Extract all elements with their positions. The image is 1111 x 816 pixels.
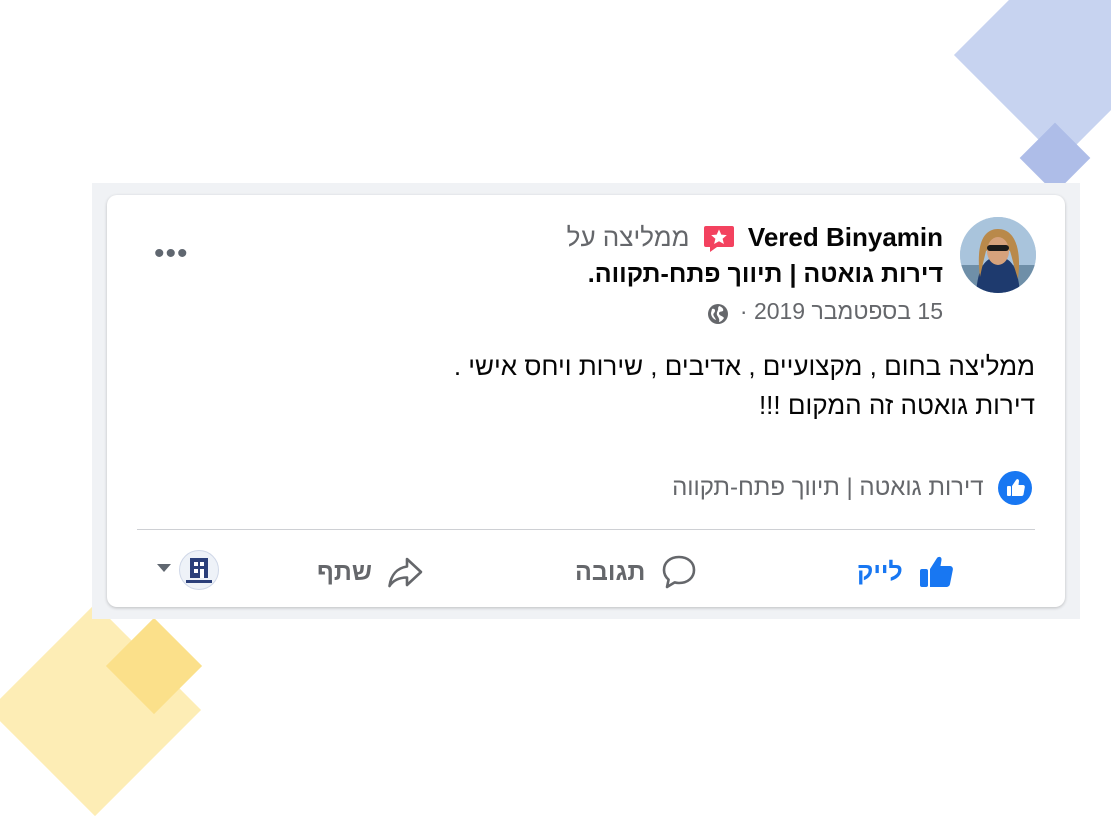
recommend-badge-icon bbox=[703, 225, 735, 253]
decor-shape bbox=[953, 0, 1111, 162]
share-label: שתף bbox=[317, 558, 372, 586]
recommendation-post: Vered Binyamin ממליצה על דירות גואטה | ת… bbox=[107, 195, 1065, 607]
author-name[interactable]: Vered Binyamin bbox=[748, 222, 943, 252]
post-body-line: דירות גואטה זה המקום !!! bbox=[758, 390, 1035, 420]
comment-button[interactable]: תגובה bbox=[575, 550, 698, 594]
share-button[interactable]: שתף bbox=[317, 550, 424, 594]
share-as-selector[interactable] bbox=[157, 550, 227, 594]
share-icon bbox=[386, 553, 424, 591]
like-badge-icon bbox=[998, 471, 1032, 505]
liked-page-name: דירות גואטה | תיווך פתח-תקווה bbox=[672, 474, 984, 501]
comment-icon bbox=[660, 553, 698, 591]
recommended-page-link[interactable]: דירות גואטה | תיווך פתח-תקווה bbox=[595, 260, 943, 288]
author-avatar[interactable] bbox=[960, 217, 1036, 293]
post-date[interactable]: 15 בספטמבר 2019 · bbox=[740, 298, 943, 324]
like-button[interactable]: לייק bbox=[857, 550, 955, 594]
comment-label: תגובה bbox=[575, 558, 646, 586]
globe-icon bbox=[707, 302, 729, 324]
more-options-icon[interactable]: ••• bbox=[154, 239, 189, 269]
post-header: Vered Binyamin ממליצה על דירות גואטה | ת… bbox=[567, 221, 943, 326]
post-body-line: ממליצה בחום , מקצועיים , אדיבים , שירות … bbox=[453, 351, 1035, 381]
like-label: לייק bbox=[857, 558, 903, 586]
thumbs-up-icon bbox=[917, 553, 955, 591]
caret-down-icon bbox=[157, 564, 171, 572]
page-name-suffix: . bbox=[587, 260, 595, 288]
recommends-text: ממליצה על bbox=[566, 222, 690, 252]
liked-page-row[interactable]: דירות גואטה | תיווך פתח-תקווה bbox=[672, 470, 1032, 506]
divider bbox=[137, 529, 1035, 530]
page-avatar bbox=[179, 550, 219, 590]
post-body: ממליצה בחום , מקצועיים , אדיבים , שירות … bbox=[155, 347, 1035, 425]
